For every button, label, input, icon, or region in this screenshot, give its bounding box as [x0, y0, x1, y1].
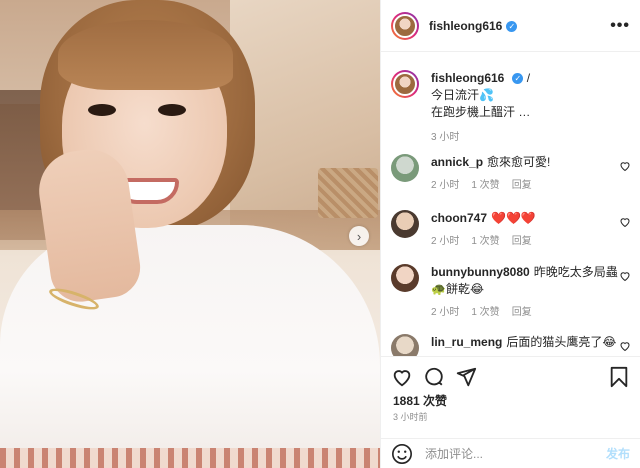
comment-time[interactable]: 2 小时	[431, 177, 459, 194]
emoji-icon[interactable]	[391, 443, 413, 465]
heart-icon[interactable]	[619, 216, 631, 228]
verified-badge-icon: ✓	[512, 73, 524, 84]
chevron-right-icon: ›	[356, 228, 362, 244]
heart-icon[interactable]	[619, 160, 631, 172]
comment-username[interactable]: annick_p	[431, 155, 483, 169]
photo-eye-left	[88, 104, 116, 116]
comment-item: choon747 ❤️❤️❤️ 2 小时 1 次赞 回复	[391, 210, 631, 250]
comment-item: lin_ru_meng 后面的猫头鹰亮了😂	[391, 334, 631, 356]
heart-icon[interactable]	[619, 270, 631, 282]
comment-time[interactable]: 2 小时	[431, 233, 459, 250]
comment-username[interactable]: bunnybunny8080	[431, 265, 530, 279]
comment-avatar[interactable]	[391, 264, 419, 292]
caption-avatar[interactable]	[391, 70, 419, 98]
comment-text: 愈來愈可愛!	[487, 155, 551, 169]
caption-line-1: 今日流汗💦	[431, 88, 494, 102]
likes-count[interactable]: 1881 次赞	[393, 392, 447, 409]
caption-line-2: 在跑步機上醞汗 …	[431, 105, 531, 119]
heart-icon[interactable]	[619, 340, 631, 352]
comment-text: ❤️❤️❤️	[491, 211, 536, 225]
comment-item: annick_p 愈來愈可愛! 2 小时 1 次赞 回复	[391, 154, 631, 194]
caption-time[interactable]: 3 小时	[431, 129, 459, 146]
more-horizontal-icon[interactable]: •••	[610, 17, 630, 35]
comment-icon[interactable]	[423, 366, 445, 388]
comment-avatar[interactable]	[391, 334, 419, 356]
comment-time[interactable]: 2 小时	[431, 304, 459, 321]
comment-username[interactable]: lin_ru_meng	[431, 335, 502, 349]
comment-username[interactable]: choon747	[431, 211, 487, 225]
photo-striped-cloth	[0, 448, 380, 468]
bookmark-icon[interactable]	[608, 366, 630, 388]
photo-bangs	[58, 20, 233, 90]
share-icon[interactable]	[455, 366, 477, 388]
post-header: fishleong616 ✓ •••	[381, 0, 640, 52]
comment-item: bunnybunny8080 昨晚吃太多局蟲🐢餅乾😂 2 小时 1 次赞 回复	[391, 264, 631, 321]
comment-likes[interactable]: 1 次赞	[471, 233, 499, 250]
comment-text: 后面的猫头鹰亮了😂	[506, 335, 617, 349]
post-comment-button[interactable]: 发布	[606, 445, 630, 462]
verified-badge-icon: ✓	[506, 20, 518, 32]
photo-eye-right	[158, 104, 186, 116]
author-avatar[interactable]	[391, 11, 419, 40]
carousel-next-button[interactable]: ›	[349, 226, 369, 246]
heart-icon[interactable]	[391, 366, 413, 388]
comment-avatar[interactable]	[391, 154, 419, 182]
reply-button[interactable]: 回复	[512, 304, 532, 321]
reply-button[interactable]: 回复	[512, 177, 532, 194]
comment-likes[interactable]: 1 次赞	[471, 304, 499, 321]
reply-button[interactable]: 回复	[512, 233, 532, 250]
comment-input[interactable]	[425, 446, 606, 461]
add-comment-bar: 发布	[381, 438, 640, 468]
post-photo[interactable]	[0, 0, 380, 468]
caption-username[interactable]: fishleong616	[431, 71, 504, 85]
comments-list[interactable]: fishleong616 ✓ / 今日流汗💦 在跑步機上醞汗 … 3 小时 ann…	[381, 52, 640, 356]
caption-item: fishleong616 ✓ / 今日流汗💦 在跑步機上醞汗 … 3 小时	[391, 70, 631, 146]
background-basket	[318, 168, 378, 218]
comment-likes[interactable]: 1 次赞	[471, 177, 499, 194]
comment-avatar[interactable]	[391, 210, 419, 238]
post-time: 3 小时前	[393, 412, 428, 422]
post-sidebar: fishleong616 ✓ ••• fishleong616 ✓ / 今日流汗💦 …	[380, 0, 640, 468]
author-username[interactable]: fishleong616 ✓	[429, 19, 518, 33]
action-bar	[381, 356, 640, 396]
